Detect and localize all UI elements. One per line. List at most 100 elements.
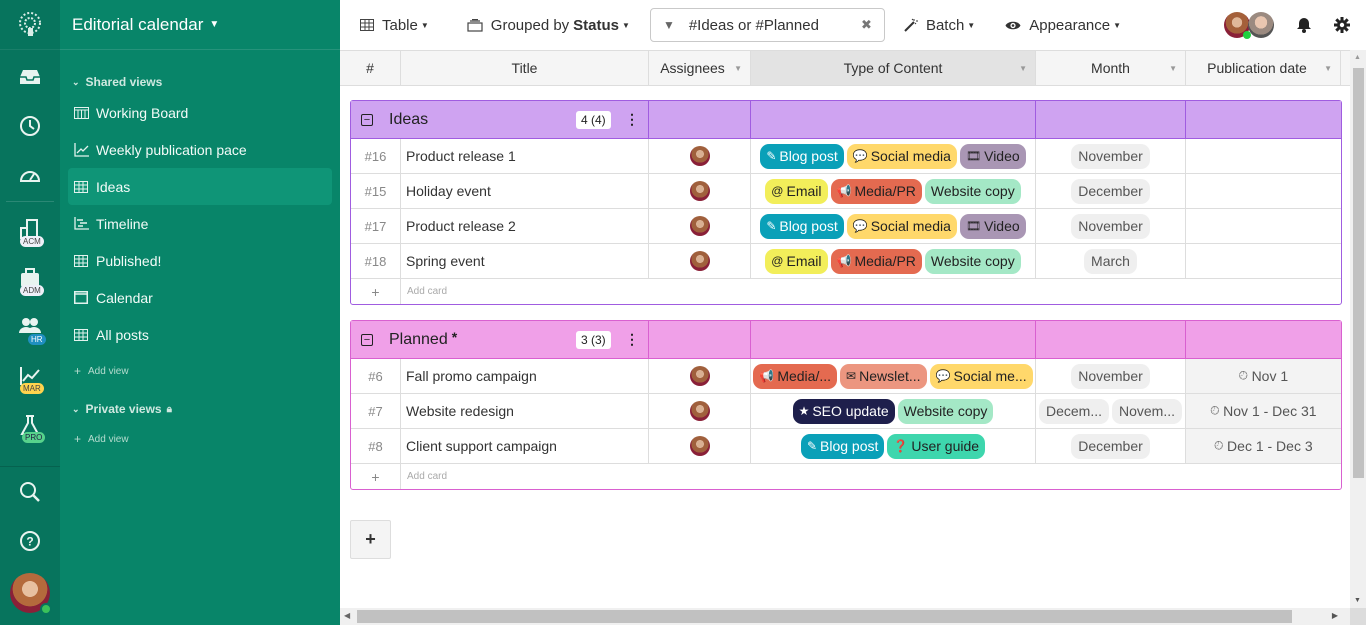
horizontal-scrollbar[interactable]: ◀ ▶ <box>340 608 1350 625</box>
type-of-content-cell[interactable]: ✎ Blog post 💬 Social media 🎞 Video <box>751 139 1036 173</box>
column-header-number[interactable]: # <box>340 51 401 85</box>
scroll-up-icon[interactable]: ▲ <box>1354 54 1361 61</box>
assignees-cell[interactable] <box>649 174 751 208</box>
filter-input[interactable]: ▼ #Ideas or #Planned ✖ <box>649 8 885 42</box>
workspace-pro[interactable]: PRO <box>0 400 60 449</box>
publication-date-cell[interactable]: 🕘︎ Nov 1 <box>1186 359 1341 393</box>
search-icon[interactable] <box>0 467 60 516</box>
month-cell[interactable]: Decem... Novem... <box>1036 394 1186 428</box>
type-of-content-cell[interactable]: @ Email 📢 Media/PR Website copy <box>751 244 1036 278</box>
view-type-dropdown[interactable]: Table ▼ <box>360 17 429 34</box>
type-of-content-cell[interactable]: ✎ Blog post ❓ User guide <box>751 429 1036 463</box>
row-title[interactable]: Client support campaign <box>401 429 649 463</box>
month-cell[interactable]: November <box>1036 359 1186 393</box>
workspace-mar[interactable]: MAR <box>0 351 60 400</box>
add-private-view-button[interactable]: + Add view <box>60 421 340 457</box>
assignees-cell[interactable] <box>649 359 751 393</box>
column-header-type-of-content[interactable]: Type of Content ▼ <box>751 51 1036 85</box>
sidebar-item-weekly-publication-pace[interactable]: Weekly publication pace <box>68 131 332 168</box>
type-of-content-cell[interactable]: ✎ Blog post 💬 Social media 🎞 Video <box>751 209 1036 243</box>
project-title[interactable]: Editorial calendar ▼ <box>60 0 340 50</box>
table-row[interactable]: #17 Product release 2 ✎ Blog post 💬 Social me… <box>351 209 1341 244</box>
column-menu-icon[interactable]: ▼ <box>1324 64 1332 73</box>
gear-icon[interactable] <box>1334 17 1350 33</box>
appearance-dropdown[interactable]: Appearance ▼ <box>1005 17 1121 34</box>
batch-dropdown[interactable]: Batch ▼ <box>903 17 975 34</box>
add-card-label[interactable]: Add card <box>401 464 447 489</box>
collaborator-avatar[interactable] <box>1224 12 1251 39</box>
group-menu-icon[interactable]: ⋮ <box>625 331 639 348</box>
sidebar-item-published[interactable]: Published! <box>68 242 332 279</box>
dashboard-icon[interactable] <box>0 150 60 199</box>
table-row[interactable]: #15 Holiday event @ Email 📢 Media/PR Website c… <box>351 174 1341 209</box>
table-row[interactable]: #8 Client support campaign ✎ Blog post ❓ User… <box>351 429 1341 464</box>
add-group-button[interactable]: + <box>350 520 391 559</box>
month-cell[interactable]: March <box>1036 244 1186 278</box>
clock-icon[interactable] <box>0 101 60 150</box>
column-header-assignees[interactable]: Assignees ▼ <box>649 51 751 85</box>
bell-icon[interactable] <box>1296 17 1312 33</box>
month-cell[interactable]: December <box>1036 429 1186 463</box>
row-title[interactable]: Website redesign <box>401 394 649 428</box>
collapse-icon[interactable]: − <box>361 113 373 126</box>
row-title[interactable]: Product release 1 <box>401 139 649 173</box>
assignees-cell[interactable] <box>649 394 751 428</box>
sidebar-item-timeline[interactable]: Timeline <box>68 205 332 242</box>
add-card-row[interactable]: + Add card <box>351 464 1341 489</box>
clear-filter-icon[interactable]: ✖ <box>861 17 872 33</box>
column-menu-icon[interactable]: ▼ <box>1019 64 1027 73</box>
help-icon[interactable]: ? <box>0 516 60 565</box>
sidebar-item-calendar[interactable]: Calendar <box>68 279 332 316</box>
add-shared-view-button[interactable]: + Add view <box>60 353 340 389</box>
add-card-row[interactable]: + Add card <box>351 279 1341 304</box>
row-title[interactable]: Spring event <box>401 244 649 278</box>
row-title[interactable]: Product release 2 <box>401 209 649 243</box>
table-row[interactable]: #7 Website redesign ★ SEO update Website cop… <box>351 394 1341 429</box>
assignees-cell[interactable] <box>649 209 751 243</box>
publication-date-cell[interactable] <box>1186 209 1341 243</box>
publication-date-cell[interactable] <box>1186 244 1341 278</box>
collapse-icon[interactable]: − <box>361 333 373 346</box>
workspace-hr[interactable]: HR <box>0 302 60 351</box>
type-of-content-cell[interactable]: @ Email 📢 Media/PR Website copy <box>751 174 1036 208</box>
plus-icon[interactable]: + <box>351 464 401 489</box>
sidebar-item-ideas[interactable]: Ideas <box>68 168 332 205</box>
column-menu-icon[interactable]: ▼ <box>734 64 742 73</box>
column-header-publication-date[interactable]: Publication date ▼ <box>1186 51 1341 85</box>
scroll-down-icon[interactable]: ▼ <box>1354 597 1361 604</box>
row-title[interactable]: Fall promo campaign <box>401 359 649 393</box>
user-avatar[interactable] <box>10 573 52 615</box>
table-row[interactable]: #16 Product release 1 ✎ Blog post 💬 Social me… <box>351 139 1341 174</box>
sidebar-item-working-board[interactable]: Working Board <box>68 94 332 131</box>
add-card-label[interactable]: Add card <box>401 279 447 304</box>
publication-date-cell[interactable]: 🕘︎ Nov 1 - Dec 31 <box>1186 394 1341 428</box>
plus-icon[interactable]: + <box>351 279 401 304</box>
publication-date-cell[interactable] <box>1186 139 1341 173</box>
workspace-acm[interactable]: ACM <box>0 204 60 253</box>
collaborator-avatar[interactable] <box>1248 12 1274 38</box>
assignees-cell[interactable] <box>649 429 751 463</box>
private-views-header[interactable]: ⌄ Private views 🔒︎ <box>60 389 340 421</box>
shared-views-header[interactable]: ⌄ Shared views <box>60 50 340 94</box>
publication-date-cell[interactable]: 🕘︎ Dec 1 - Dec 3 <box>1186 429 1341 463</box>
sidebar-item-all-posts[interactable]: All posts <box>68 316 332 353</box>
type-of-content-cell[interactable]: 📢 Media/... ✉ Newslet... 💬 Social me... <box>751 359 1036 393</box>
assignees-cell[interactable] <box>649 244 751 278</box>
table-row[interactable]: #18 Spring event @ Email 📢 Media/PR Website co… <box>351 244 1341 279</box>
workspace-adm[interactable]: ADM <box>0 253 60 302</box>
column-header-month[interactable]: Month ▼ <box>1036 51 1186 85</box>
inbox-icon[interactable] <box>0 52 60 101</box>
scroll-right-icon[interactable]: ▶ <box>1332 611 1338 620</box>
row-title[interactable]: Holiday event <box>401 174 649 208</box>
month-cell[interactable]: December <box>1036 174 1186 208</box>
column-header-title[interactable]: Title <box>401 51 649 85</box>
scroll-left-icon[interactable]: ◀ <box>344 611 350 620</box>
type-of-content-cell[interactable]: ★ SEO update Website copy <box>751 394 1036 428</box>
group-menu-icon[interactable]: ⋮ <box>625 111 639 128</box>
publication-date-cell[interactable] <box>1186 174 1341 208</box>
month-cell[interactable]: November <box>1036 139 1186 173</box>
column-menu-icon[interactable]: ▼ <box>1169 64 1177 73</box>
group-by-dropdown[interactable]: Grouped by Status ▼ <box>467 17 630 34</box>
scroll-thumb[interactable] <box>1353 68 1364 478</box>
month-cell[interactable]: November <box>1036 209 1186 243</box>
